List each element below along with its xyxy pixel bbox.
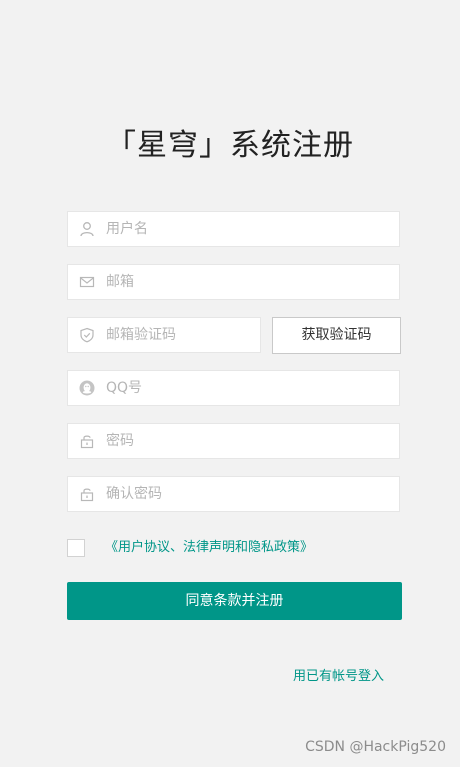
username-field-container[interactable] (67, 211, 400, 247)
login-link[interactable]: 用已有帐号登入 (293, 665, 384, 684)
user-icon (80, 222, 94, 237)
lock-icon (80, 488, 94, 502)
qq-input[interactable] (106, 371, 386, 405)
confirm-password-input[interactable] (106, 477, 386, 511)
qq-field-container[interactable] (67, 370, 400, 406)
confirm-password-field-container[interactable] (67, 476, 400, 512)
register-button[interactable]: 同意条款并注册 (67, 582, 402, 620)
agreement-checkbox[interactable] (67, 539, 85, 557)
page-title: 「星穹」系统注册 (106, 128, 354, 163)
email-input[interactable] (106, 265, 386, 299)
password-field-container[interactable] (67, 423, 400, 459)
get-code-button[interactable]: 获取验证码 (272, 317, 401, 354)
qq-icon (79, 380, 95, 396)
mail-icon (79, 276, 95, 288)
agreement-link[interactable]: 《用户协议、法律声明和隐私政策》 (105, 539, 313, 557)
shield-icon (80, 327, 94, 343)
username-input[interactable] (106, 212, 386, 246)
password-input[interactable] (106, 424, 386, 458)
email-field-container[interactable] (67, 264, 400, 300)
email-code-input[interactable] (106, 318, 251, 352)
email-code-field-container[interactable] (67, 317, 261, 353)
lock-icon (80, 435, 94, 449)
watermark: CSDN @HackPig520 (305, 739, 446, 755)
